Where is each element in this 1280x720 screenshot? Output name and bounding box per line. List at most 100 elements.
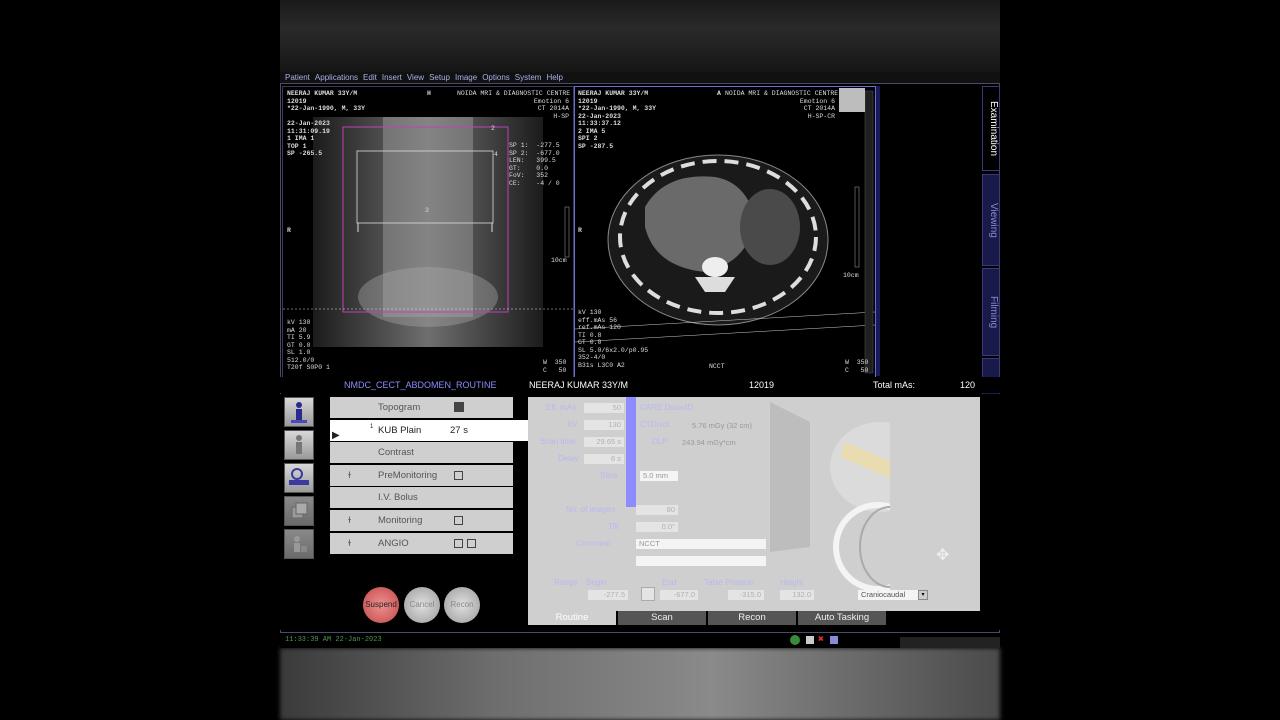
angio-checkbox-1[interactable] [454,538,463,548]
tab-examination[interactable]: Examination [982,86,1000,171]
suspend-button[interactable]: Suspend [363,587,399,623]
begin-label: Begin [586,578,607,587]
menu-item-patient[interactable]: Patient [285,73,310,82]
tilt-label: Tilt [608,522,619,531]
kv-field[interactable]: 130 [584,420,624,430]
range-label: Range [554,578,578,587]
topogram-footer-left: kV 130 mA 20 TI 5.9 GT 0.0 SL 1.0 512.0/… [287,319,330,371]
patient-exit-button[interactable] [284,529,314,559]
step-contrast[interactable]: Contrast [330,442,513,464]
tab-viewing[interactable]: Viewing [982,174,1000,266]
menu-item-applications[interactable]: Applications [315,73,358,82]
tilt-field[interactable]: 0.0° [636,522,678,532]
ctdivol-label: CTDIvol [640,420,669,429]
step-premonitoring[interactable]: ɫ PreMonitoring [330,464,513,486]
premonitoring-checkbox[interactable] [454,470,463,480]
tab-scan[interactable]: Scan [618,611,706,625]
slice-field[interactable]: 5.0 mm [640,471,678,481]
topogram-measurements: SP 1: -277.5 SP 2: -677.0 LEN: 399.5 GT:… [509,142,560,187]
topogram-marker-h: H [427,90,431,97]
dropdown-arrow-icon[interactable]: ▾ [918,590,928,600]
step-label: Contrast [378,447,414,459]
topogram-marker-4: 4 [494,151,498,158]
axial-footer-left: kV 130 eff.mAs 56 ref.mAs 120 TI 0.8 GT … [578,309,649,369]
step-kub-plain[interactable]: ▶ 1 KUB Plain 27 s [330,419,528,441]
injector-icon: ɫ [348,514,351,525]
step-label: I.V. Bolus [378,492,418,504]
top-blur-region [280,0,1000,72]
care-dose-label[interactable]: CARE Dose4D [640,403,693,412]
tab-filming[interactable]: Filming [982,268,1000,356]
topogram-scale-label: 10cm [551,257,567,264]
bottom-blur-region [280,648,1000,720]
step-label: PreMonitoring [378,469,438,481]
step-iv-bolus[interactable]: I.V. Bolus [330,487,513,509]
eff-mas-label: Eff. mAs [546,403,577,412]
comment-label: Comment [576,539,611,548]
menu-item-help[interactable]: Help [546,73,562,82]
step-monitoring[interactable]: ɫ Monitoring [330,509,513,531]
person-standing-icon [291,402,307,423]
menu-item-setup[interactable]: Setup [429,73,450,82]
table-move-icon[interactable]: ✥ [936,545,949,565]
queue-icon [830,636,838,644]
axial-header-left: NEERAJ KUMAR 33Y/M 12019 *22-Jan-1990, M… [578,90,657,150]
menu-item-system[interactable]: System [515,73,542,82]
topogram-marker-3: 3 [425,207,429,214]
step-topogram[interactable]: Topogram [330,397,513,418]
tab-routine[interactable]: Routine [528,611,616,625]
no-of-images-field[interactable]: 80 [636,505,678,515]
step-label: Monitoring [378,514,423,526]
axial-footer-center: NCCT [709,363,725,370]
injector-icon: ɫ [348,469,351,480]
end-field[interactable]: -677.0 [660,590,698,600]
topogram-viewer[interactable]: NEERAJ KUMAR 33Y/M 12019 *22-Jan-1990, M… [282,86,574,378]
comment-field-2[interactable] [636,556,766,566]
cancel-button[interactable]: Cancel [404,587,440,623]
ctdivol-value: 5.76 mGy (32 cm) [692,421,753,430]
total-mas-label: Total mAs: [873,380,916,390]
viewer-scrollbar[interactable] [876,86,880,376]
tab-auto-tasking[interactable]: Auto Tasking [798,611,886,625]
copy-button[interactable] [284,496,314,526]
menu-item-image[interactable]: Image [455,73,477,82]
scan-time-field[interactable]: 29.65 s [584,437,624,447]
topogram-header-left: NEERAJ KUMAR 33Y/M 12019 *22-Jan-1990, M… [287,90,366,157]
tab-recon[interactable]: Recon [708,611,796,625]
step-number: 1 [370,423,374,430]
range-link-button[interactable] [641,587,655,601]
scan-parameters-panel: Eff. mAs 50 CARE Dose4D kV 130 CTDIvol 5… [528,397,980,611]
table-position-field[interactable]: -315.0 [728,590,764,600]
patient-position-button[interactable] [284,430,314,460]
menu-item-insert[interactable]: Insert [382,73,402,82]
monitoring-checkbox[interactable] [454,515,463,525]
ct-console-screen: Patient Applications Edit Insert View Setup Im… [280,72,1000,648]
table-position-label: Table Position [704,578,754,587]
protocol-name: NMDC_CECT_ABDOMEN_ROUTINE [344,380,497,390]
patient-topogram-button[interactable] [284,397,314,427]
topogram-marker-2: 2 [491,125,495,132]
kv-label: kV [568,420,578,429]
step-label: KUB Plain [378,424,422,436]
angio-checkbox-2[interactable] [467,538,476,548]
bottom-tab-bar: Routine Scan Recon Auto Tasking [528,611,980,625]
scan-table-button[interactable] [284,463,314,493]
copy-icon [291,502,308,519]
delay-field[interactable]: 6 s [584,454,624,464]
injector-icon: ɫ [348,537,351,548]
axial-scale-label: 10cm [843,272,859,279]
end-label: End [662,578,677,587]
menu-item-options[interactable]: Options [482,73,510,82]
exam-info-bar: NMDC_CECT_ABDOMEN_ROUTINE NEERAJ KUMAR 3… [280,377,1000,393]
comment-field[interactable]: NCCT [636,539,766,549]
begin-field[interactable]: -277.5 [588,590,628,600]
menu-item-edit[interactable]: Edit [363,73,377,82]
menu-item-view[interactable]: View [407,73,424,82]
patient-id: 12019 [749,380,775,390]
delay-label: Delay [558,454,579,463]
axial-header-right: NOIDA MRI & DIAGNOSTIC CENTRE Emotion 6 … [725,90,839,120]
recon-button[interactable]: Recon [444,587,480,623]
step-angio[interactable]: ɫ ANGIO [330,532,513,554]
eff-mas-field[interactable]: 50 [584,403,624,413]
axial-ct-viewer[interactable]: NEERAJ KUMAR 33Y/M 12019 *22-Jan-1990, M… [574,86,876,378]
